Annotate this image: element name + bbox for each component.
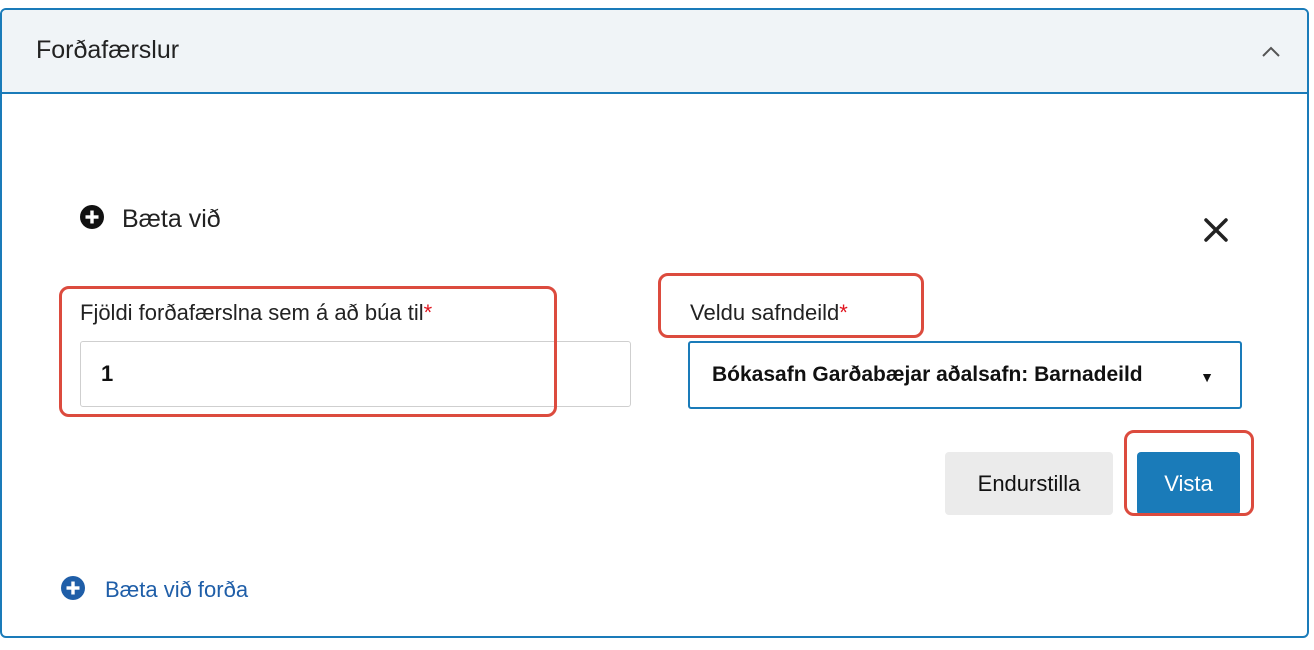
holdings-count-input[interactable] [80,341,631,407]
library-select-value: Bókasafn Garðabæjar aðalsafn: Barnadeild [712,363,1143,386]
library-field-label-text: Veldu safndeild [690,300,840,325]
panel-title: Forðafærslur [36,36,180,64]
required-asterisk: * [839,300,848,325]
count-field-label-text: Fjöldi forðafærslna sem á að búa til [80,300,424,325]
save-button[interactable]: Vista [1137,452,1240,515]
caret-down-icon: ▼ [1200,369,1214,385]
plus-circle-icon [80,204,104,234]
holdings-panel: Forðafærslur Bæta við Fjöldi forðafærsln… [0,8,1309,638]
plus-circle-icon [61,575,85,605]
close-icon[interactable] [1198,212,1234,248]
panel-header[interactable]: Forðafærslur [2,10,1307,94]
count-field-label: Fjöldi forðafærslna sem á að búa til* [80,300,432,326]
add-section-title: Bæta við [122,204,221,233]
library-select[interactable]: Bókasafn Garðabæjar aðalsafn: Barnadeild… [688,341,1242,409]
add-holdings-label: Bæta við forða [105,577,249,602]
add-holdings-link[interactable]: Bæta við forða [61,575,248,605]
reset-button[interactable]: Endurstilla [945,452,1113,515]
library-field-label: Veldu safndeild* [690,300,848,326]
chevron-up-icon[interactable] [1251,32,1291,72]
required-asterisk: * [423,300,433,325]
add-section-heading: Bæta við [80,203,221,235]
